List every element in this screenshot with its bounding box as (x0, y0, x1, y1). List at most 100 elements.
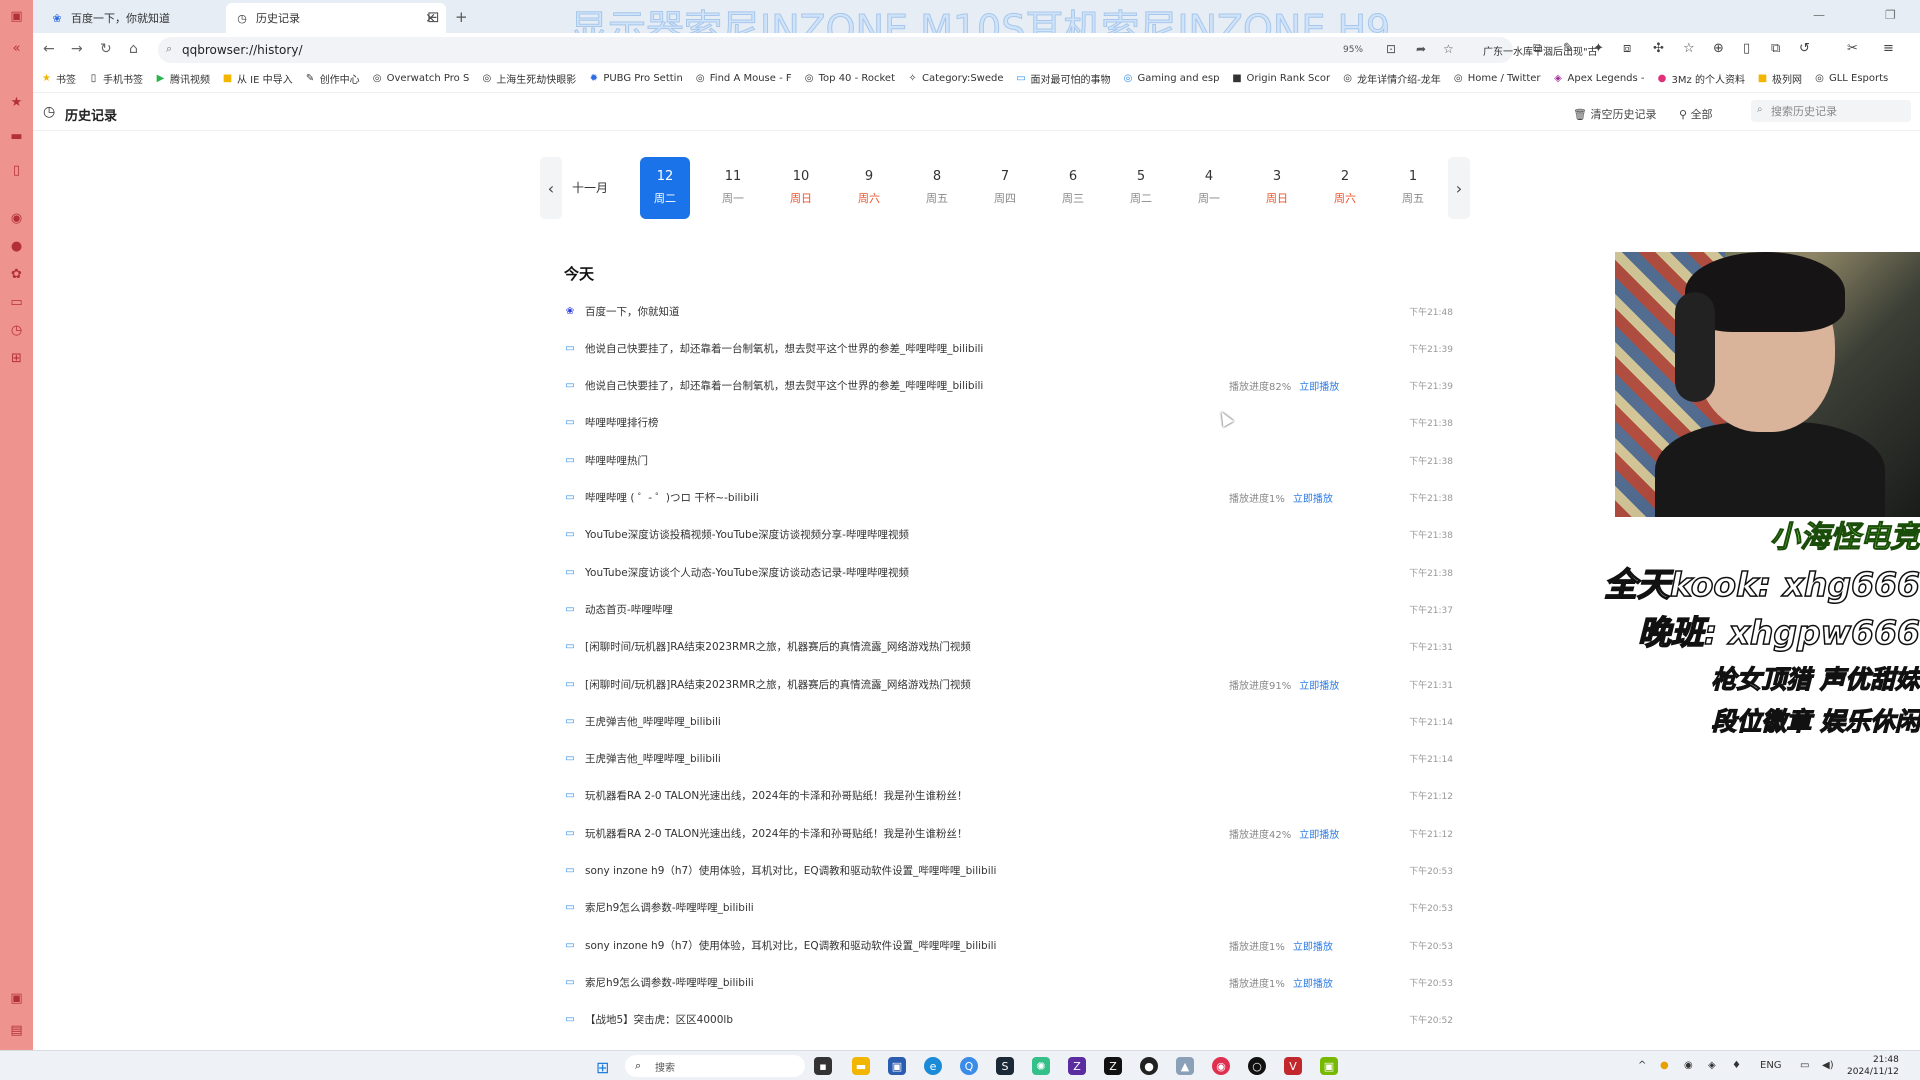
bookmark-item[interactable]: ◈ Apex Legends - (1553, 73, 1644, 84)
tab-baidu[interactable]: ❀ 百度一下，你就知道 (41, 3, 226, 33)
nvidia-icon[interactable]: ▣ (1320, 1057, 1338, 1075)
history-title[interactable]: 玩机器看RA 2-0 TALON光速出线，2024年的卡泽和孙哥贴纸！我是孙生谁… (585, 826, 967, 841)
history-row[interactable]: ▭ 玩机器看RA 2-0 TALON光速出线，2024年的卡泽和孙哥贴纸！我是孙生… (563, 818, 1453, 848)
history-title[interactable]: 【战地5】突击虎：区区4000lb (585, 1012, 733, 1027)
reload-icon[interactable]: ↻ (100, 41, 112, 57)
next-date-button[interactable]: › (1448, 157, 1470, 219)
input-language[interactable]: ENG (1760, 1060, 1782, 1071)
bookmark-item[interactable]: ◎ Top 40 - Rocket (804, 73, 895, 84)
history-title[interactable]: 动态首页-哔哩哔哩 (585, 602, 673, 617)
history-row[interactable]: ▭ sony inzone h9（h7）使用体验，耳机对比，EQ调教和驱动软件设置… (563, 856, 1453, 886)
file-explorer-icon[interactable]: ▬ (852, 1057, 870, 1075)
game-launcher-icon[interactable]: ○ (1248, 1057, 1266, 1075)
history-row[interactable]: ▭ 他说自己快要挂了，却还靠着一台制氧机，想去熨平这个世界的参差_哔哩哔哩_bil… (563, 333, 1453, 363)
history-row[interactable]: ▭ 动态首页-哔哩哔哩 下午21:37 (563, 594, 1453, 624)
box-icon[interactable]: ▣ (8, 990, 25, 1007)
bookmark-item[interactable]: ■ Origin Rank Scor (1231, 73, 1330, 84)
history-search-input[interactable]: ⌕ 搜索历史记录 (1751, 100, 1911, 122)
bookmark-item[interactable]: ● 3Mz 的个人资料 (1657, 71, 1745, 86)
bookmark-item[interactable]: ◎ 上海生死劫快眼影 (481, 71, 576, 86)
history-row[interactable]: ▭ 【战地5】突击虎：区区4000lb 下午20:52 (563, 1005, 1453, 1035)
history-row[interactable]: ▭ 哔哩哔哩热门 下午21:38 (563, 445, 1453, 475)
download-icon[interactable]: ⊕ (1713, 41, 1724, 56)
play-now-link[interactable]: 立即播放 (1293, 494, 1333, 505)
bookmark-item[interactable]: ★ 书签 (41, 71, 76, 86)
date-cell[interactable]: 6 周三 (1048, 157, 1098, 219)
history-row[interactable]: ▭ 索尼h9怎么调参数-哔哩哔哩_bilibili 播放进度1% 立即播放 下午20:5… (563, 967, 1453, 997)
clear-history-button[interactable]: 🗑 清空历史记录 (1573, 106, 1656, 122)
steam-tray-icon[interactable]: ◉ (1684, 1060, 1693, 1071)
task-view-icon[interactable]: ▪ (814, 1057, 832, 1075)
puzzle-icon[interactable]: ✣ (1653, 41, 1664, 56)
history-title[interactable]: 哔哩哔哩 ( ゜- ゜)つロ 干杯~-bilibili (585, 490, 759, 505)
home-icon[interactable]: ⌂ (129, 41, 138, 57)
app-logo-icon[interactable]: ▣ (8, 8, 25, 25)
history-title[interactable]: sony inzone h9（h7）使用体验，耳机对比，EQ调教和驱动软件设置_… (585, 863, 996, 878)
minimize-icon[interactable]: — (1813, 8, 1825, 22)
star-icon[interactable]: ★ (8, 94, 25, 111)
valorant-icon[interactable]: V (1284, 1057, 1302, 1075)
bookmark-item[interactable]: ▶ 腾讯视频 (155, 71, 210, 86)
history-title[interactable]: 玩机器看RA 2-0 TALON光速出线，2024年的卡泽和孙哥贴纸！我是孙生谁… (585, 788, 967, 803)
microphone-icon[interactable]: ♦ (1732, 1060, 1741, 1071)
collapse-icon[interactable]: « (8, 40, 25, 57)
history-title[interactable]: 百度一下，你就知道 (585, 304, 680, 319)
play-now-link[interactable]: 立即播放 (1299, 830, 1339, 841)
bookmark-item[interactable]: ■ 从 IE 中导入 (222, 71, 293, 86)
bookmark-item[interactable]: ◎ Gaming and esp (1123, 73, 1220, 84)
bookmark-item[interactable]: ◎ 龙年详情介绍-龙年 (1342, 71, 1440, 86)
briefcase-icon[interactable]: ▤ (8, 1022, 25, 1039)
prev-date-button[interactable]: ‹ (540, 157, 562, 219)
z-app-icon[interactable]: Z (1068, 1057, 1086, 1075)
date-cell[interactable]: 4 周一 (1184, 157, 1234, 219)
extension-icon[interactable]: ⧈ (1623, 41, 1631, 56)
filter-dropdown[interactable]: ⚲ 全部 (1679, 106, 1713, 122)
tray-app-icon[interactable]: ● (1660, 1060, 1669, 1071)
translate-icon[interactable]: ⧉ (1533, 41, 1542, 56)
history-row[interactable]: ▭ 玩机器看RA 2-0 TALON光速出线，2024年的卡泽和孙哥贴纸！我是孙生… (563, 781, 1453, 811)
tools-icon[interactable]: ✂ (1847, 41, 1858, 56)
bookmark-item[interactable]: ✹ PUBG Pro Settin (588, 73, 683, 84)
favorite-icon[interactable]: ☆ (1443, 42, 1454, 56)
play-now-link[interactable]: 立即播放 (1293, 979, 1333, 990)
add-icon[interactable]: ⊞ (8, 350, 25, 367)
system-clock[interactable]: 21:48 2024/11/12 (1847, 1054, 1899, 1078)
address-bar[interactable]: ⌕ qqbrowser://history/ 95% ⊡ ➦ ☆ 广东一水库干涸… (158, 37, 1598, 63)
history-title[interactable]: sony inzone h9（h7）使用体验，耳机对比，EQ调教和驱动软件设置_… (585, 938, 996, 953)
date-cell[interactable]: 7 周四 (980, 157, 1030, 219)
mobile-icon[interactable]: ▯ (1743, 41, 1750, 56)
back-icon[interactable]: ← (43, 41, 55, 57)
history-row[interactable]: ▭ [闲聊时间/玩机器]RA结束2023RMR之旅，机器赛后的真情流露_网络游戏热… (563, 669, 1453, 699)
maximize-icon[interactable]: ❐ (1885, 8, 1896, 22)
screenshot-icon[interactable]: ⊡ (1386, 42, 1396, 56)
play-now-link[interactable]: 立即播放 (1299, 382, 1339, 393)
bookmark-item[interactable]: ◎ Overwatch Pro S (372, 73, 470, 84)
store-icon[interactable]: ▣ (888, 1057, 906, 1075)
history-title[interactable]: 王虎弹吉他_哔哩哔哩_bilibili (585, 714, 721, 729)
history-row[interactable]: ▭ YouTube深度访谈个人动态-YouTube深度访谈动态记录-哔哩哔哩视频 下… (563, 557, 1453, 587)
play-now-link[interactable]: 立即播放 (1293, 942, 1333, 953)
bell-icon[interactable]: ● (8, 238, 25, 255)
date-cell[interactable]: 12 周二 (640, 157, 690, 219)
date-cell[interactable]: 8 周五 (912, 157, 962, 219)
obs-icon[interactable]: ● (1140, 1057, 1158, 1075)
history-title[interactable]: YouTube深度访谈投稿视频-YouTube深度访谈视频分享-哔哩哔哩视频 (585, 527, 909, 542)
date-cell[interactable]: 2 周六 (1320, 157, 1370, 219)
history-row[interactable]: ▭ 他说自己快要挂了，却还靠着一台制氧机，想去熨平这个世界的参差_哔哩哔哩_bil… (563, 371, 1453, 401)
tray-expand-icon[interactable]: ^ (1638, 1060, 1646, 1071)
new-tab-button[interactable]: + (455, 8, 468, 26)
history-title[interactable]: [闲聊时间/玩机器]RA结束2023RMR之旅，机器赛后的真情流露_网络游戏热门… (585, 639, 971, 654)
forward-icon[interactable]: → (71, 41, 83, 57)
history-row[interactable]: ▭ 王虎弹吉他_哔哩哔哩_bilibili 下午21:14 (563, 706, 1453, 736)
history-title[interactable]: [闲聊时间/玩机器]RA结束2023RMR之旅，机器赛后的真情流露_网络游戏热门… (585, 677, 971, 692)
history-row[interactable]: ▭ [闲聊时间/玩机器]RA结束2023RMR之旅，机器赛后的真情流露_网络游戏热… (563, 632, 1453, 662)
steam-icon[interactable]: S (996, 1057, 1014, 1075)
history-row[interactable]: ▭ 王虎弹吉他_哔哩哔哩_bilibili 下午21:14 (563, 744, 1453, 774)
date-cell[interactable]: 1 周五 (1388, 157, 1438, 219)
history-title[interactable]: 索尼h9怎么调参数-哔哩哔哩_bilibili (585, 900, 754, 915)
qq-browser-icon[interactable]: Q (960, 1057, 978, 1075)
bookmark-item[interactable]: ◎ Home / Twitter (1453, 73, 1541, 84)
history-row[interactable]: ▭ sony inzone h9（h7）使用体验，耳机对比，EQ调教和驱动软件设置… (563, 930, 1453, 960)
history-row[interactable]: ▭ 哔哩哔哩 ( ゜- ゜)つロ 干杯~-bilibili 播放进度1% 立即播放 下午… (563, 483, 1453, 513)
folder-icon[interactable]: ▬ (8, 128, 25, 145)
